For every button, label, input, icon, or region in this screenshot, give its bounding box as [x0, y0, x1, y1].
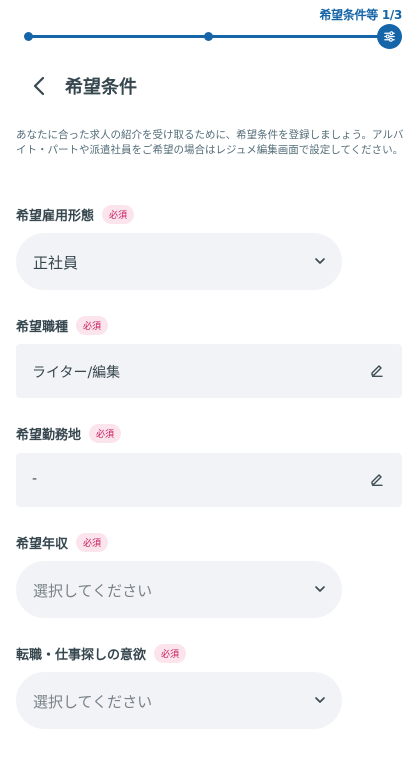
salary-select[interactable]: 選択してください: [16, 561, 342, 618]
field-label: 希望職種: [16, 320, 69, 335]
intent-label-row: 転職・仕事探しの意欲 必須: [16, 644, 187, 663]
chevron-left-icon: [33, 76, 45, 96]
back-button[interactable]: [28, 74, 52, 98]
location-label-row: 希望勤務地 必須: [16, 424, 122, 443]
step-label: 希望条件等 1/3: [319, 8, 402, 22]
select-placeholder: 選択してください: [33, 693, 153, 711]
intro-text: あなたに合った求人の紹介を受け取るために、希望条件を登録しましょう。アルバイト・…: [16, 129, 404, 156]
required-badge: 必須: [102, 205, 135, 224]
employment-type-label-row: 希望雇用形態 必須: [16, 205, 135, 224]
field-value: ライター/編集: [32, 365, 121, 381]
chevron-down-icon: [315, 697, 325, 703]
intent-select[interactable]: 選択してください: [16, 672, 342, 729]
required-badge: 必須: [154, 644, 187, 663]
required-badge: 必須: [89, 424, 122, 443]
pencil-icon: [371, 474, 383, 486]
current-step-marker: [377, 24, 402, 49]
chevron-down-icon: [315, 258, 325, 264]
pencil-icon: [371, 365, 383, 377]
job-type-label-row: 希望職種 必須: [16, 316, 109, 335]
job-type-field[interactable]: ライター/編集: [16, 344, 402, 398]
page-title: 希望条件: [65, 77, 137, 98]
progress-step-dot: [204, 32, 213, 41]
location-field[interactable]: -: [16, 453, 402, 507]
field-label: 希望勤務地: [16, 428, 82, 443]
field-value: -: [32, 471, 38, 487]
sliders-icon: [384, 31, 395, 42]
field-label: 希望雇用形態: [16, 209, 95, 224]
select-placeholder: 選択してください: [33, 582, 153, 600]
salary-label-row: 希望年収 必須: [16, 533, 109, 552]
field-label: 転職・仕事探しの意欲: [16, 648, 147, 663]
employment-type-select[interactable]: 正社員: [16, 233, 342, 290]
progress-step-dot: [24, 32, 33, 41]
required-badge: 必須: [76, 533, 109, 552]
page-header: 希望条件: [0, 66, 418, 106]
required-badge: 必須: [76, 316, 109, 335]
progress-bar: 希望条件等 1/3: [0, 0, 418, 60]
selected-value: 正社員: [33, 254, 79, 272]
chevron-down-icon: [315, 586, 325, 592]
field-label: 希望年収: [16, 537, 69, 552]
